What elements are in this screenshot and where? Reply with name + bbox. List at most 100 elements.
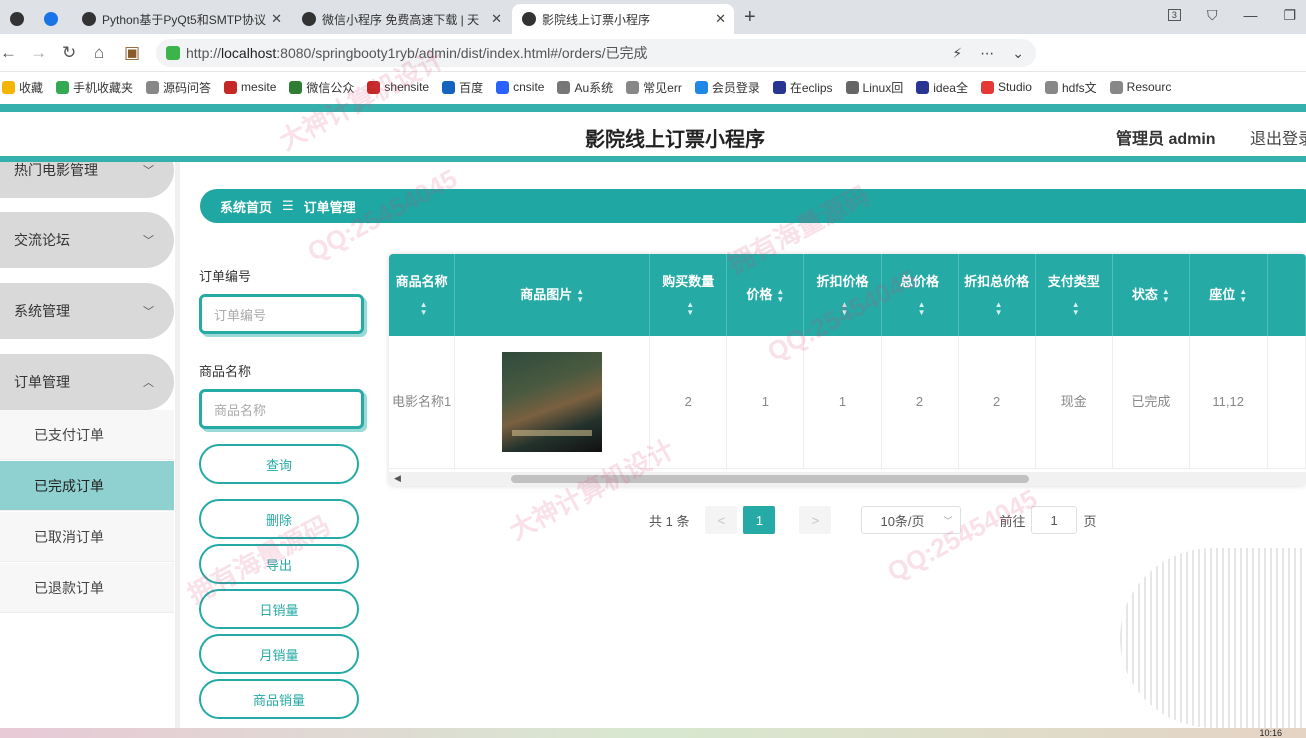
- sidebar-item-cancelled-orders[interactable]: 已取消订单: [0, 512, 174, 562]
- bookmark-item[interactable]: Resourc: [1109, 80, 1171, 94]
- briefcase-icon[interactable]: ▣: [124, 43, 140, 63]
- pagination-total: 共 1 条: [649, 513, 690, 529]
- logout-link[interactable]: 退出登录: [1250, 125, 1306, 149]
- sort-icon[interactable]: ▲ ▼: [420, 300, 428, 317]
- home-icon[interactable]: ⌂: [94, 43, 104, 63]
- bookmark-item[interactable]: Linux回: [845, 79, 903, 96]
- sort-icon[interactable]: ▲ ▼: [1239, 287, 1247, 304]
- sidebar-item-paid-orders[interactable]: 已支付订单: [0, 410, 174, 460]
- bookmark-item[interactable]: 会员登录: [694, 79, 760, 96]
- daily-sales-button[interactable]: 日销量: [199, 589, 359, 629]
- bookmark-label: 收藏: [19, 80, 44, 95]
- back-icon[interactable]: ←: [0, 43, 17, 63]
- forward-icon[interactable]: →: [30, 43, 47, 63]
- goto-page-input[interactable]: 1: [1031, 506, 1078, 534]
- movie-poster-image[interactable]: [502, 351, 603, 452]
- close-icon[interactable]: ✕: [491, 11, 502, 27]
- column-header[interactable]: 支付类型 ▲ ▼: [1035, 254, 1113, 336]
- tab-label: 微信小程序 免费高速下载 | 天: [322, 12, 480, 27]
- chevron-down-icon[interactable]: ⌄: [1012, 45, 1024, 62]
- order-no-label: 订单编号: [199, 269, 252, 284]
- bookmark-item[interactable]: Studio: [980, 80, 1032, 94]
- bookmark-icon: [2, 80, 15, 94]
- reload-icon[interactable]: ↻: [62, 43, 76, 63]
- column-header[interactable]: 折扣总价格▲ ▼: [958, 254, 1036, 336]
- url-rest: :8080/springbooty1ryb/admin/dist/index.h…: [276, 45, 648, 61]
- pinned-tab[interactable]: [34, 4, 74, 34]
- cell-price: 1: [726, 336, 805, 469]
- breadcrumb-home[interactable]: 系统首页: [220, 197, 272, 216]
- bookmark-item[interactable]: mesite: [224, 80, 276, 94]
- bookmark-item[interactable]: hdfs文: [1044, 79, 1097, 96]
- column-header[interactable]: 购买数量 ▲ ▼: [649, 254, 728, 336]
- bookmark-item[interactable]: 源码问答: [146, 79, 211, 96]
- delete-button[interactable]: 删除: [199, 499, 359, 539]
- monthly-sales-button[interactable]: 月销量: [199, 634, 359, 674]
- bookmark-item[interactable]: shensite: [367, 80, 429, 94]
- column-header[interactable]: 状态 ▲ ▼: [1112, 254, 1190, 336]
- product-sales-button[interactable]: 商品销量: [199, 679, 359, 719]
- sort-icon[interactable]: ▲ ▼: [918, 300, 926, 317]
- app-header: 影院线上订票小程序 管理员 admin 退出登录: [0, 112, 1306, 156]
- cell-discount-price: 1: [803, 336, 882, 469]
- column-header[interactable]: 价格 ▲ ▼: [726, 254, 805, 336]
- new-tab-icon[interactable]: +: [744, 6, 756, 29]
- more-icon[interactable]: ⋯: [980, 45, 994, 62]
- tab-wechat-mini[interactable]: 微信小程序 免费高速下载 | 天 ✕: [292, 4, 510, 34]
- bookmark-icon: [626, 80, 640, 94]
- browser-tab-bar: Python基于PyQt5和SMTP协议 ✕ 微信小程序 免费高速下载 | 天 …: [0, 0, 1306, 34]
- column-header[interactable]: 商品图片 ▲ ▼: [454, 254, 651, 336]
- url-field[interactable]: http://localhost:8080/springbooty1ryb/ad…: [156, 39, 1036, 67]
- horizontal-scrollbar[interactable]: ◀: [389, 472, 1306, 486]
- bookmark-item[interactable]: 手机收藏夹: [56, 79, 133, 96]
- lightning-icon[interactable]: ⚡: [952, 45, 962, 62]
- close-icon[interactable]: ✕: [271, 11, 282, 27]
- shirt-icon[interactable]: ⛉: [1207, 7, 1218, 24]
- product-name-input[interactable]: 商品名称: [199, 389, 364, 429]
- sidebar-item-refunded-orders[interactable]: 已退款订单: [0, 563, 174, 613]
- bookmark-item[interactable]: 常见err: [626, 79, 682, 96]
- tab-pyqt5[interactable]: Python基于PyQt5和SMTP协议 ✕: [72, 4, 290, 34]
- tab-count-badge[interactable]: 3: [1167, 9, 1181, 21]
- bookmark-item[interactable]: Au系统: [557, 79, 613, 96]
- bookmark-item[interactable]: cnsite: [496, 80, 544, 94]
- sort-icon[interactable]: ▲ ▼: [1162, 287, 1170, 304]
- query-button[interactable]: 查询: [199, 444, 359, 484]
- scrollbar-thumb[interactable]: [511, 475, 1029, 483]
- sort-icon[interactable]: ▲ ▼: [576, 287, 584, 304]
- sort-icon[interactable]: ▲ ▼: [776, 287, 784, 304]
- sort-icon[interactable]: ▲ ▼: [840, 300, 848, 317]
- sort-icon[interactable]: ▲ ▼: [1072, 300, 1080, 317]
- sidebar-menu-hot-movies[interactable]: 热门电影管理 ﹀: [0, 162, 174, 198]
- order-no-input[interactable]: 订单编号: [199, 294, 364, 334]
- bookmark-item[interactable]: 收藏: [2, 79, 43, 96]
- sidebar-item-completed-orders[interactable]: 已完成订单: [0, 461, 174, 511]
- bookmark-item[interactable]: 微信公众: [289, 79, 354, 96]
- sidebar-menu-orders[interactable]: 订单管理 ︿: [0, 354, 174, 410]
- bookmark-icon: [442, 80, 456, 94]
- bookmark-label: 百度: [459, 80, 484, 95]
- minimize-icon[interactable]: —: [1243, 7, 1257, 23]
- close-icon[interactable]: ✕: [715, 11, 726, 27]
- column-header[interactable]: 座位 ▲ ▼: [1189, 254, 1268, 336]
- restore-icon[interactable]: ❐: [1283, 7, 1296, 24]
- bookmark-item[interactable]: idea全: [916, 79, 968, 96]
- page-number-button[interactable]: 1: [743, 506, 776, 534]
- sidebar-menu-system[interactable]: 系统管理 ﹀: [0, 283, 174, 339]
- sort-icon[interactable]: ▲ ▼: [686, 300, 694, 317]
- tab-cinema-active[interactable]: 影院线上订票小程序 ✕: [512, 4, 734, 34]
- column-header[interactable]: 商品名称 ▲ ▼: [389, 254, 456, 336]
- sidebar-menu-forum[interactable]: 交流论坛 ﹀: [0, 212, 174, 268]
- bookmark-icon: [1109, 80, 1123, 94]
- next-page-button[interactable]: >: [799, 506, 832, 534]
- bookmark-item[interactable]: 百度: [442, 79, 483, 96]
- column-header[interactable]: 总价格 ▲ ▼: [881, 254, 959, 336]
- send-icon: [44, 12, 58, 26]
- export-button[interactable]: 导出: [199, 544, 359, 584]
- column-header[interactable]: 折扣价格 ▲ ▼: [803, 254, 882, 336]
- bookmark-item[interactable]: 在eclips: [772, 79, 833, 96]
- page-size-select[interactable]: 10条/页 ﹀: [861, 506, 962, 534]
- sort-icon[interactable]: ▲ ▼: [995, 300, 1003, 317]
- scroll-left-icon[interactable]: ◀: [394, 473, 401, 484]
- prev-page-button[interactable]: <: [705, 506, 738, 534]
